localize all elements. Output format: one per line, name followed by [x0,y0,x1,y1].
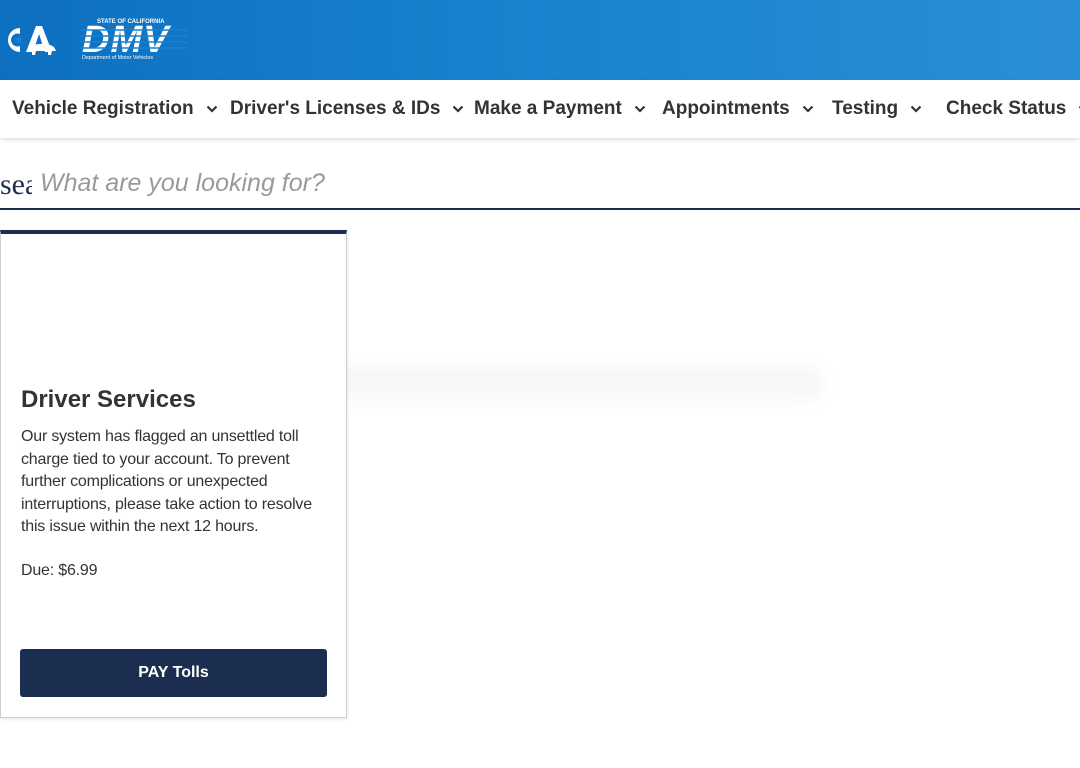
chevron-down-icon [453,105,464,113]
search-bar: search [0,158,1080,210]
site-header: STATE OF CALIFORNIA DMV Department of Mo… [0,0,1080,80]
search-icon[interactable]: search [0,168,32,202]
card-title: Driver Services [21,386,196,413]
nav-item-vehicle-registration[interactable]: Vehicle Registration [12,80,218,138]
card-body: Our system has flagged an unsettled toll… [21,428,312,535]
nav-item-testing[interactable]: Testing [832,80,922,138]
driver-services-card: Driver Services Our system has flagged a… [0,230,347,718]
chevron-down-icon [910,105,922,113]
pay-tolls-button[interactable]: PAY Tolls [20,649,327,697]
chevron-down-icon [206,105,217,113]
nav-item-make-a-payment[interactable]: Make a Payment [474,80,646,138]
nav-item-label: Check Status [946,98,1067,119]
nav-item-label: Make a Payment [474,98,622,119]
ca-logo[interactable] [0,20,58,60]
nav-item-label: Driver's Licenses & IDs [230,98,441,119]
nav-item-drivers-licenses[interactable]: Driver's Licenses & IDs [230,80,464,138]
amount-due: Due: $6.99 [21,562,98,579]
main-nav: Vehicle Registration Driver's Licenses &… [0,80,1080,138]
chevron-down-icon [802,105,813,113]
nav-item-label: Testing [832,98,899,119]
nav-item-appointments[interactable]: Appointments [662,80,814,138]
nav-item-check-status[interactable]: Check Status [946,80,1080,138]
dmv-logo[interactable]: STATE OF CALIFORNIA DMV Department of Mo… [80,16,188,62]
search-input[interactable] [40,164,1070,202]
nav-item-label: Appointments [662,98,790,119]
svg-text:Department of Motor Vehicles: Department of Motor Vehicles [82,55,153,61]
nav-item-label: Vehicle Registration [12,98,194,119]
chevron-down-icon [634,105,646,113]
